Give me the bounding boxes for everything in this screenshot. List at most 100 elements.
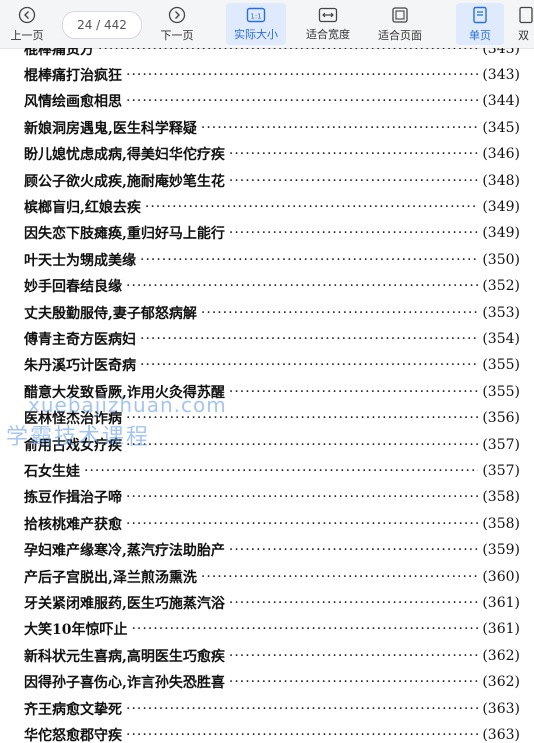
- toc-entry[interactable]: 盼儿媳忧虑成病,得美妇华佗疗疾 (346): [24, 141, 520, 167]
- toc-entry-title: 医林怪杰治诈病: [24, 411, 122, 428]
- toc-entry[interactable]: 华佗怒愈郡守疾 (363): [24, 722, 520, 743]
- toc-entry-title: 顾公子欲火成疾,施耐庵妙笔生花: [24, 173, 225, 190]
- fit-page-button[interactable]: 适合页面: [370, 0, 430, 48]
- toc-entry-title: 醋意大发致昏厥,诈用火灸得苏醒: [24, 384, 225, 401]
- toc-leader-dots: [229, 648, 478, 664]
- toc-entry-page: (343): [482, 67, 520, 83]
- toc-entry-page: (348): [482, 172, 520, 189]
- fit-width-button[interactable]: 适合宽度: [298, 0, 358, 48]
- toc-entry[interactable]: 拣豆作揖治子啼 (358): [24, 484, 520, 510]
- toc-entry-title: 孕妇难产缘寒冷,蒸汽疗法助胎产: [24, 543, 225, 560]
- toc-leader-dots: [229, 384, 478, 400]
- toc-entry-page: (355): [482, 357, 520, 374]
- toc-entry[interactable]: 医林怪杰治诈病 (356): [24, 405, 520, 431]
- toc-entry[interactable]: 牙关紧闭难服药,医生巧施蒸汽浴 (361): [24, 590, 520, 616]
- toc-entry-page: (357): [482, 436, 520, 453]
- actual-size-button[interactable]: 1:1 实际大小: [226, 3, 286, 45]
- arrow-right-circle-icon: [168, 6, 186, 23]
- toc-entry-title: 拣豆作揖治子啼: [24, 490, 122, 507]
- toc-entry[interactable]: 醋意大发致昏厥,诈用火灸得苏醒 (355): [24, 379, 520, 405]
- toc-entry-title: 俞用古戏女疗疾: [24, 437, 122, 454]
- toc-entry[interactable]: 拾核桃难产获愈 (358): [24, 511, 520, 537]
- toc-entry-title: 因得孙子喜伤心,诈言孙失恐胜喜: [24, 675, 225, 692]
- toc-leader-dots: [126, 93, 478, 109]
- toc-entry[interactable]: 风情绘画愈相思 (344): [24, 88, 520, 114]
- toc-entry-partial: 棍棒痛责方 (343): [24, 48, 520, 62]
- toc-entry[interactable]: 石女生娃 (357): [24, 458, 520, 484]
- toc-entry-title: 叶天士为甥成美缘: [24, 252, 136, 269]
- toc-leader-dots: [140, 357, 478, 373]
- double-page-button[interactable]: 双: [518, 0, 534, 48]
- page-number-field[interactable]: 24 / 442: [62, 11, 142, 39]
- toc-entry[interactable]: 叶天士为甥成美缘 (350): [24, 247, 520, 273]
- toc-leader-dots: [126, 437, 478, 453]
- toc-entry[interactable]: 顾公子欲火成疾,施耐庵妙笔生花 (348): [24, 168, 520, 194]
- double-page-label: 双: [518, 28, 529, 42]
- toc-entry-page: (354): [482, 331, 520, 347]
- toc-entry[interactable]: 齐王病愈文挚死 (363): [24, 696, 520, 722]
- toc-entry-page: (361): [482, 595, 520, 611]
- toc-entry[interactable]: 妙手回春结良缘 (352): [24, 273, 520, 299]
- pdf-toolbar: 上一页 24 / 442 下一页 1:1 实际大小 适合宽度 适合页面 单页 双: [0, 0, 534, 49]
- toc-entry[interactable]: 俞用古戏女疗疾 (357): [24, 432, 520, 458]
- double-page-icon: [519, 6, 533, 23]
- toc-entry-title: 棍棒痛责方: [24, 48, 94, 58]
- toc-leader-dots: [84, 463, 478, 479]
- toc-entry-page: (346): [482, 146, 520, 163]
- arrow-left-circle-icon: [18, 6, 36, 23]
- toc-leader-dots: [201, 120, 478, 136]
- toc-entry-page: (363): [482, 727, 520, 743]
- toc-leader-dots: [229, 674, 478, 690]
- page-indicator-text: 24 / 442: [77, 18, 127, 32]
- toc-entry-page: (349): [482, 199, 520, 215]
- document-page[interactable]: 棍棒痛责方 (343) 棍棒痛打治疯狂 (343) 风情绘画愈相思 (344) 新娘洞房…: [0, 48, 534, 743]
- toc-entry-page: (360): [482, 568, 520, 585]
- toc-entry[interactable]: 产后子宫脱出,泽兰煎汤熏洗 (360): [24, 564, 520, 590]
- toc-entry[interactable]: 孕妇难产缘寒冷,蒸汽疗法助胎产 (359): [24, 537, 520, 563]
- toc-entry-title: 产后子宫脱出,泽兰煎汤熏洗: [24, 569, 197, 586]
- toc-leader-dots: [145, 199, 478, 215]
- toc-entry-title: 盼儿媳忧虑成病,得美妇华佗疗疾: [24, 147, 225, 164]
- toc-entry-page: (343): [482, 48, 520, 57]
- toc-entry-title: 因失恋下肢瘫痪,重归好马上能行: [24, 226, 225, 243]
- single-page-button[interactable]: 单页: [456, 3, 504, 45]
- toc-leader-dots: [126, 701, 478, 717]
- toc-entry[interactable]: 槟榔盲归,红娘去疾 (349): [24, 194, 520, 220]
- toc-entry[interactable]: 棍棒痛打治疯狂 (343): [24, 62, 520, 88]
- toc-entry-title: 妙手回春结良缘: [24, 279, 122, 296]
- toc-entry-page: (362): [482, 674, 520, 691]
- actual-size-label: 实际大小: [234, 27, 278, 41]
- toc-entry-page: (345): [482, 119, 520, 136]
- fit-page-label: 适合页面: [378, 28, 422, 42]
- toc-entry-title: 石女生娃: [24, 464, 80, 480]
- toc-entry-title: 傅青主奇方医病妇: [24, 332, 136, 348]
- toc-entry[interactable]: 朱丹溪巧计医奇病 (355): [24, 352, 520, 378]
- toc-leader-dots: [126, 516, 478, 532]
- toc-entry-page: (355): [482, 383, 520, 400]
- toc-entry[interactable]: 因得孙子喜伤心,诈言孙失恐胜喜 (362): [24, 669, 520, 695]
- prev-page-label: 上一页: [10, 28, 44, 42]
- toc-entry-title: 华佗怒愈郡守疾: [24, 728, 122, 743]
- toc-leader-dots: [98, 48, 478, 57]
- toc-entry-page: (357): [482, 463, 520, 479]
- toc-entry[interactable]: 傅青主奇方医病妇 (354): [24, 326, 520, 352]
- toc-entry-page: (350): [482, 251, 520, 268]
- toc-leader-dots: [126, 278, 478, 294]
- toc-leader-dots: [131, 621, 478, 637]
- toc-entry[interactable]: 新娘洞房遇鬼,医生科学释疑 (345): [24, 115, 520, 141]
- toc-entry[interactable]: 因失恋下肢瘫痪,重归好马上能行 (349): [24, 220, 520, 246]
- toc-entry-title: 朱丹溪巧计医奇病: [24, 358, 136, 375]
- toc-entry-title: 棍棒痛打治疯狂: [24, 68, 122, 84]
- toc-entry[interactable]: 大笑10年惊吓止 (361): [24, 616, 520, 642]
- toc-leader-dots: [140, 331, 478, 347]
- next-page-button[interactable]: 下一页: [152, 0, 202, 48]
- next-page-label: 下一页: [160, 28, 194, 42]
- single-page-icon: [473, 6, 487, 23]
- toc-entry-page: (356): [482, 410, 520, 427]
- prev-page-button[interactable]: 上一页: [2, 0, 52, 48]
- toc-entry[interactable]: 丈夫殷勤服侍,妻子郁怒病解 (353): [24, 300, 520, 326]
- toc-entry-page: (344): [482, 93, 520, 110]
- toc-entry[interactable]: 新科状元生喜病,高明医生巧愈疾 (362): [24, 643, 520, 669]
- fit-width-icon: [318, 7, 338, 22]
- toc-leader-dots: [126, 410, 478, 426]
